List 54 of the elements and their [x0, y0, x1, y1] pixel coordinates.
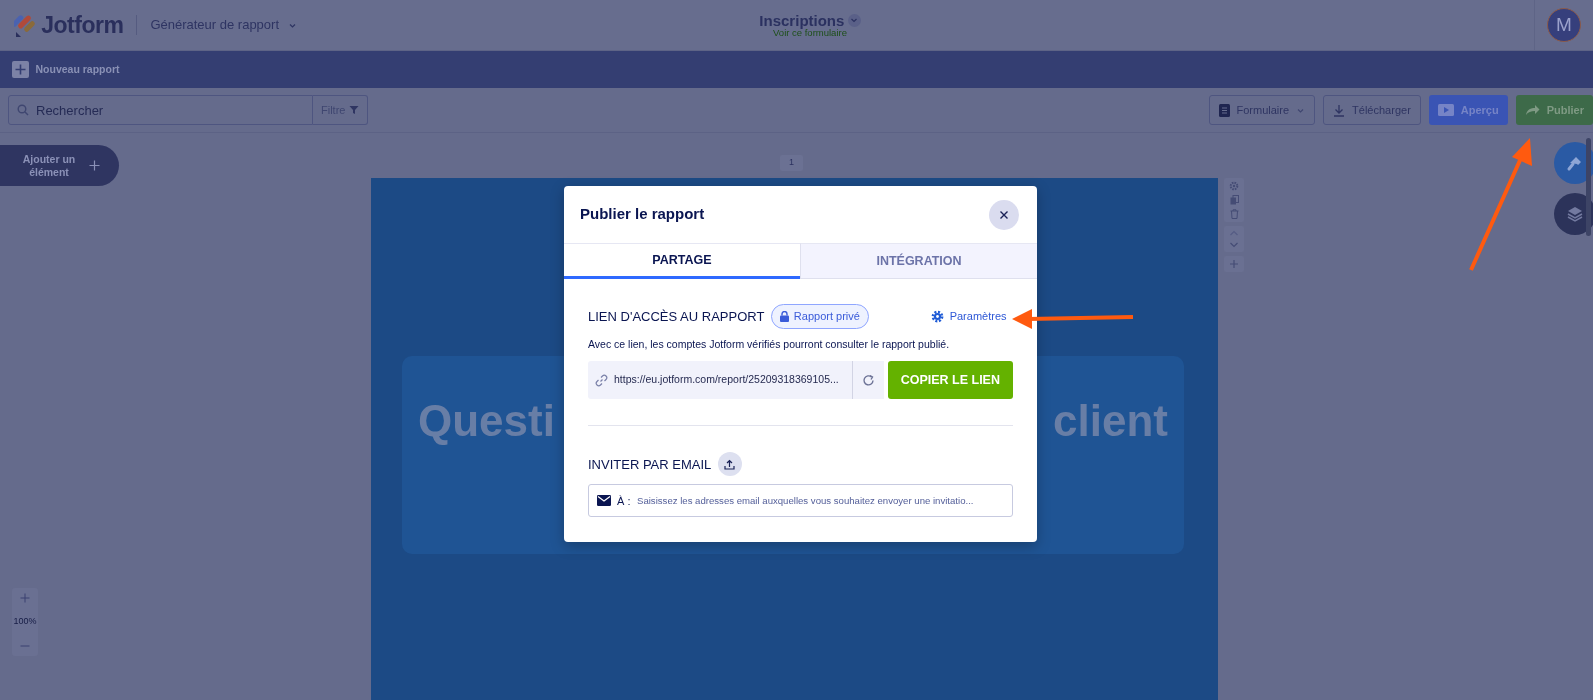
play-icon [1437, 104, 1454, 116]
download-icon [1333, 103, 1346, 117]
preview-button[interactable]: Aperçu [1428, 95, 1508, 125]
avatar[interactable]: M [1547, 8, 1581, 42]
upload-button[interactable] [717, 452, 742, 477]
paint-roller-icon [1566, 154, 1584, 172]
filter-icon [348, 105, 359, 115]
app-menu[interactable]: Générateur de rapport [150, 15, 299, 35]
zoom-level: 100% [13, 615, 37, 628]
new-report-button[interactable]: Nouveau rapport [12, 61, 120, 78]
upload-icon [724, 458, 736, 470]
chevron-down-icon[interactable] [1229, 241, 1239, 249]
publish-button[interactable]: Publier [1515, 95, 1593, 125]
layers-icon [1566, 205, 1584, 223]
settings-link[interactable]: Paramètres [930, 308, 1007, 325]
page-number: 1 [780, 155, 803, 171]
document-icon [1218, 103, 1230, 117]
plus-icon [20, 593, 30, 603]
logo-text: Jotform [41, 10, 124, 40]
settings-icon[interactable] [1229, 181, 1239, 191]
report-title-text: client [1053, 395, 1168, 447]
add-element-button[interactable]: Ajouter un élément [0, 145, 119, 186]
private-report-badge: Rapport privé [770, 304, 869, 329]
search-field[interactable]: Rechercher [8, 95, 313, 125]
report-title-text: Questi [418, 395, 555, 447]
trash-icon[interactable] [1229, 209, 1239, 219]
section-title: LIEN D'ACCÈS AU RAPPORT [588, 307, 765, 326]
dialog-tab[interactable]: PARTAGE [564, 243, 800, 279]
search-icon [17, 104, 29, 116]
scrollbar[interactable] [1586, 138, 1591, 236]
copy-icon[interactable] [1229, 195, 1239, 205]
chevron-down-icon[interactable] [847, 13, 861, 27]
gear-icon [930, 309, 944, 323]
close-icon [999, 209, 1009, 220]
view-form-link[interactable]: Voir ce formulaire [773, 27, 847, 38]
dialog-tab[interactable]: INTÉGRATION [800, 243, 1037, 279]
link-icon [594, 373, 608, 387]
dialog-title: Publier le rapport [580, 204, 705, 225]
plus-icon [12, 61, 29, 78]
close-button[interactable] [989, 199, 1019, 230]
copy-link-button[interactable]: COPIER LE LIEN [887, 361, 1013, 400]
share-arrow-icon [1524, 104, 1540, 116]
plus-icon[interactable] [1229, 259, 1239, 269]
jotform-logo-icon [14, 12, 38, 38]
envelope-icon [597, 495, 611, 507]
refresh-button[interactable] [852, 361, 885, 400]
report-link-text: https://eu.jotform.com/report/25209318369105... [614, 372, 839, 388]
section-title: INVITER PAR EMAIL [588, 455, 712, 474]
plus-icon [89, 160, 100, 171]
description-text: Avec ce lien, les comptes Jotform vérifiés pourront consulter le rapport publié. [588, 336, 951, 352]
to-label: À : [617, 494, 631, 510]
form-title: Inscriptions [759, 12, 845, 28]
report-link-field[interactable]: https://eu.jotform.com/report/25209318369105... [588, 361, 885, 400]
lock-icon [779, 310, 789, 322]
